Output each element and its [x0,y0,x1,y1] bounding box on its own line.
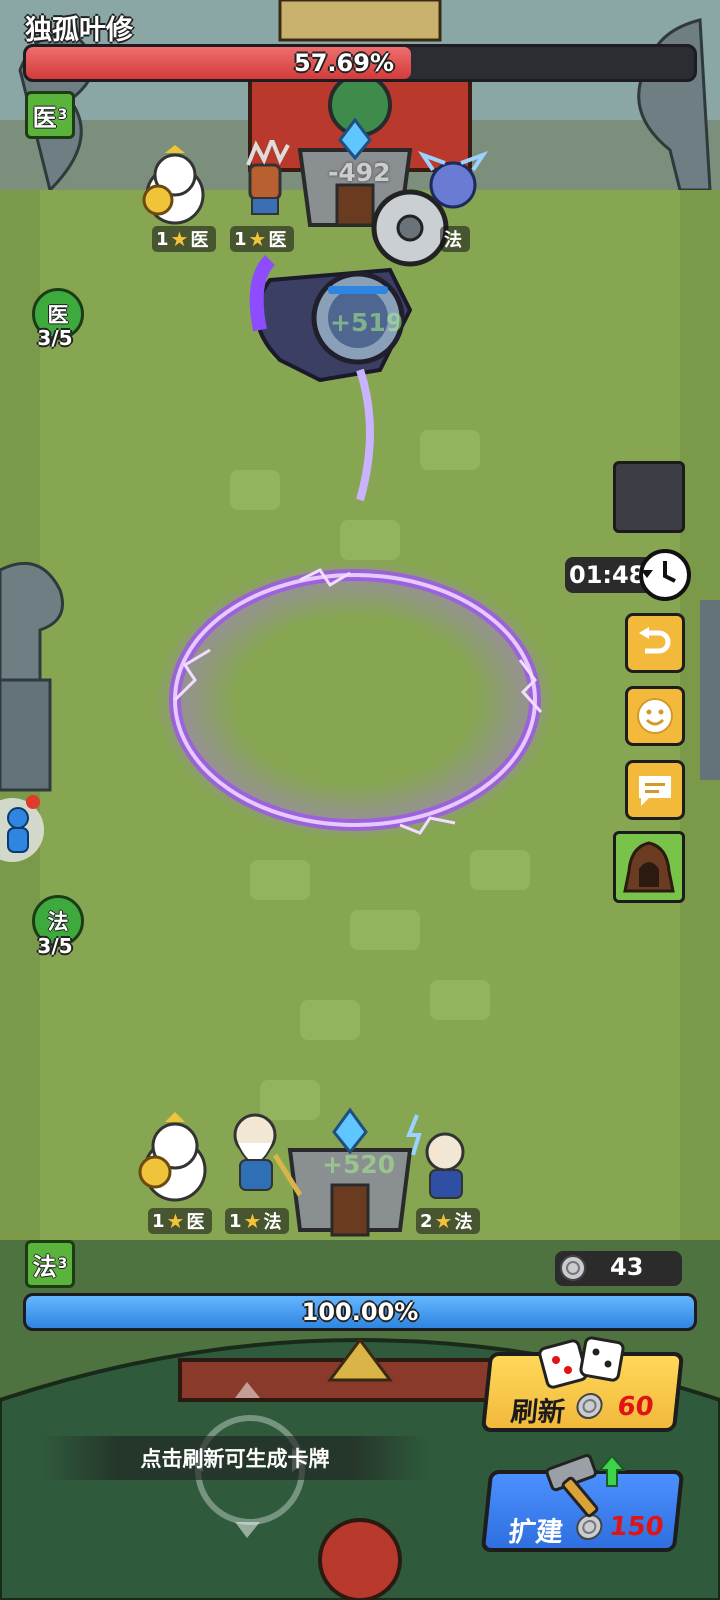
coin-counter: 43 [555,1251,682,1286]
enemy-unit-1[interactable]: 1 ★ 医 [152,226,217,252]
hooded-figure-icon [623,841,675,893]
enemy-player-name: 独孤叶修 [25,15,133,46]
player-class-badge[interactable]: 法3 [25,1240,75,1288]
player-unit-2[interactable]: 1 ★ 法 [225,1208,290,1234]
enemy-unit-2-class: 医 [268,230,287,251]
star-icon: ★ [166,1209,185,1233]
enemy-unit-3-class: 法 [444,230,462,251]
undo-button[interactable] [625,613,685,673]
frost-mage-unit-icon [418,151,488,209]
enemy-unit-2[interactable]: 1 ★ 医 [230,226,295,252]
match-timer-value: 01:48 [569,561,646,589]
player-unit-1-stars: 1 [152,1210,165,1232]
silver-coin-icon [560,1255,586,1281]
enemy-heal-number: +519 [330,308,404,337]
player-unit-1-class: 医 [186,1212,205,1233]
dice-icon [538,1336,625,1389]
silver-coin-icon [576,1393,603,1419]
empty-item-slot[interactable] [613,461,685,533]
player-unit-3-stars: 2 [420,1210,433,1232]
enemy-health-percent: 57.69% [294,49,394,77]
history-clock-icon[interactable] [638,548,692,602]
enemy-class-badge-level: 3 [57,107,68,123]
enemy-health-bar: 57.69% [23,44,697,82]
enemy-unit-3[interactable]: 法 [440,226,470,252]
enemy-unit-1-stars: 1 [156,228,169,250]
player-class-badge-label: 法 [32,1252,57,1281]
player-unit-3[interactable]: 2 ★ 法 [416,1208,481,1234]
chat-icon [639,776,671,806]
enemy-unit-1-class: 医 [190,230,209,251]
elder-sage-unit-icon [233,1113,303,1197]
emoji-icon [637,698,673,734]
enemy-damage-number: -492 [328,158,391,187]
star-icon: ★ [170,227,189,251]
emoji-button[interactable] [625,686,685,746]
player-health-percent: 100.00% [301,1298,419,1326]
player-unit-3-class: 法 [454,1212,473,1233]
refresh-cost: 60 [615,1392,656,1422]
enemy-class-badge[interactable]: 医3 [25,91,75,139]
lightning-mage-unit-icon [406,1114,465,1199]
player-health-bar: 100.00% [23,1293,697,1331]
lucky-cat-unit-icon [142,145,205,225]
undo-icon [639,627,671,654]
star-icon: ★ [434,1209,453,1233]
player-unit-1[interactable]: 1 ★ 医 [148,1208,213,1234]
hint-banner: 点击刷新可生成卡牌 [40,1436,430,1480]
enemy-class-badge-label: 医 [32,103,57,132]
chat-button[interactable] [625,760,685,820]
refresh-label: 刷新 [509,1397,567,1428]
hero-skill-button[interactable] [613,831,685,903]
enemy-unit-2-stars: 1 [234,228,247,250]
companion-monkey-avatar[interactable] [0,790,44,870]
player-unit-2-stars: 1 [229,1210,242,1232]
player-synergy-count: 3/5 [37,934,73,958]
coin-count: 43 [610,1253,644,1281]
star-icon: ★ [248,227,267,251]
player-heal-number: +520 [322,1150,396,1179]
tribal-warrior-unit-icon [246,140,290,215]
player-synergy-label: 法 [47,910,69,934]
lucky-cat-unit-icon [138,1112,207,1202]
hammer-upgrade-icon [545,1454,627,1518]
enemy-synergy-label: 医 [47,303,69,327]
enemy-synergy-count: 3/5 [37,326,73,350]
player-class-badge-level: 3 [57,1256,68,1272]
hint-text: 点击刷新可生成卡牌 [140,1447,330,1471]
player-unit-2-class: 法 [263,1212,282,1233]
star-icon: ★ [243,1209,262,1233]
